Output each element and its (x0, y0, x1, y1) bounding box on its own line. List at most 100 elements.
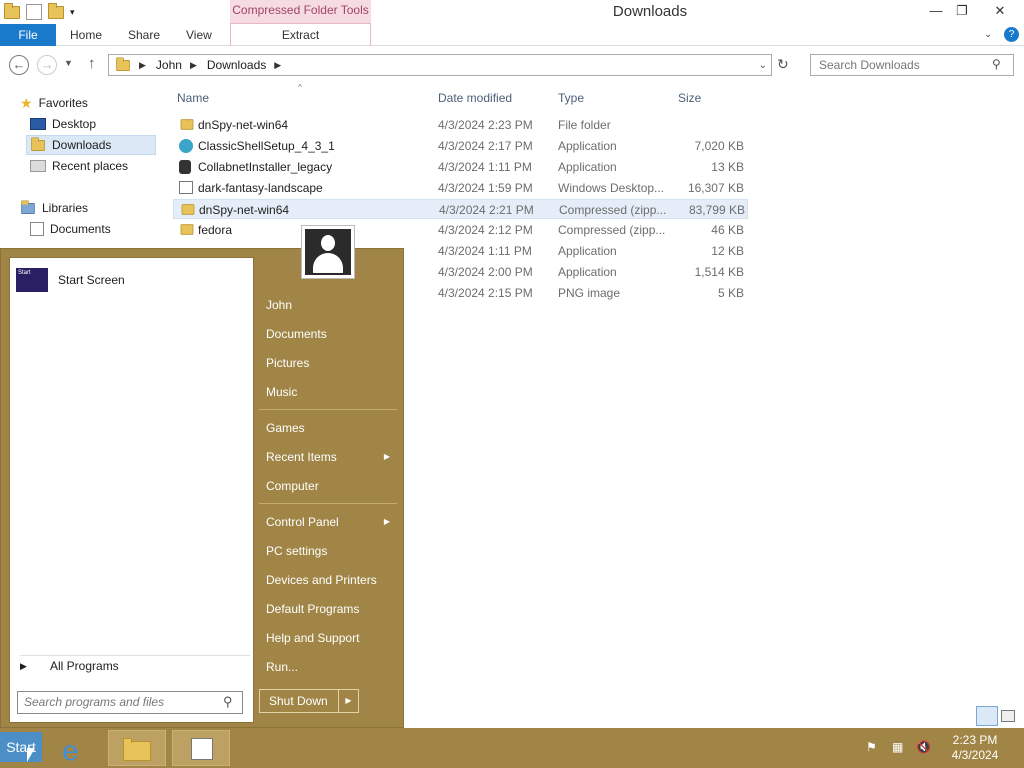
minimize-button[interactable]: — (922, 0, 950, 22)
start-item-computer[interactable]: Computer (266, 473, 394, 499)
start-item-documents[interactable]: Documents (266, 321, 394, 347)
volume-muted-icon[interactable]: 🔇 (916, 740, 932, 756)
nav-label: Downloads (52, 138, 112, 152)
breadcrumb-downloads[interactable]: Downloads (207, 58, 266, 72)
restore-button[interactable]: ❐ (948, 0, 976, 22)
address-dropdown-icon[interactable]: ⌄ (759, 60, 767, 71)
back-button[interactable]: ← (9, 55, 29, 75)
file-row[interactable]: dark-fantasy-landscape 4/3/2024 1:59 PM … (173, 178, 748, 198)
nav-desktop[interactable]: Desktop (30, 114, 186, 134)
nav-libraries[interactable]: Libraries (20, 198, 176, 218)
start-item-john[interactable]: John (266, 292, 394, 318)
file-size: 12 KB (711, 244, 744, 258)
nav-label: Recent places (52, 159, 129, 173)
start-item-help-support[interactable]: Help and Support (266, 625, 394, 651)
column-size[interactable]: Size (678, 88, 701, 108)
file-name: dnSpy-net-win64 (198, 118, 289, 132)
shut-down-button[interactable]: Shut Down ▶ (259, 689, 359, 713)
column-date-modified[interactable]: Date modified (438, 88, 512, 108)
help-icon[interactable]: ? (1004, 27, 1019, 42)
submenu-arrow-icon: ▶ (383, 517, 390, 526)
file-row[interactable]: CollabnetInstaller_legacy 4/3/2024 1:11 … (173, 157, 748, 177)
properties-icon[interactable] (26, 4, 42, 20)
start-search-input[interactable]: Search programs and files (17, 691, 243, 714)
start-item-pc-settings[interactable]: PC settings (266, 538, 394, 564)
folder-icon (180, 119, 194, 130)
file-date: 4/3/2024 2:21 PM (439, 203, 534, 217)
search-icon[interactable]: ⚲ (223, 694, 233, 710)
file-explorer-icon[interactable] (108, 730, 166, 766)
start-item-default-programs[interactable]: Default Programs (266, 596, 394, 622)
nav-favorites[interactable]: ★ Favorites (20, 93, 176, 113)
tab-file[interactable]: File (0, 24, 56, 46)
tab-share[interactable]: Share (128, 24, 160, 46)
refresh-icon[interactable]: ↻ (777, 56, 789, 73)
start-item-recent-items[interactable]: Recent Items ▶ (266, 444, 394, 470)
file-type: Compressed (zipp... (559, 203, 667, 217)
explorer-icon[interactable] (4, 2, 20, 19)
nav-recent-places[interactable]: Recent places (30, 156, 186, 176)
sort-ascending-icon: ^ (298, 83, 302, 92)
start-button[interactable]: Start (0, 732, 42, 762)
start-item-music[interactable]: Music (266, 379, 394, 405)
quick-access-toolbar: ▾ (0, 0, 75, 24)
customize-toolbar-icon[interactable]: ▾ (70, 7, 75, 18)
nav-downloads[interactable]: Downloads (26, 135, 156, 155)
close-button[interactable]: ✕ (986, 0, 1014, 22)
start-item-run[interactable]: Run... (266, 654, 394, 680)
file-name: CollabnetInstaller_legacy (198, 160, 333, 174)
start-item-label: Recent Items (266, 450, 337, 464)
start-menu-programs-pane: Start Start Screen All Programs Search p… (9, 257, 254, 723)
user-avatar[interactable] (301, 225, 355, 279)
action-center-icon[interactable]: ⚑ (866, 740, 882, 756)
all-programs-button[interactable]: All Programs (20, 655, 250, 676)
breadcrumb-arrow-icon[interactable]: ▶ (190, 60, 197, 71)
file-date: 4/3/2024 2:23 PM (438, 118, 533, 132)
forward-button[interactable]: → (37, 55, 57, 75)
mouse-cursor-icon (27, 748, 35, 762)
recent-locations-icon[interactable]: ▼ (64, 58, 73, 68)
system-clock[interactable]: 2:23 PM 4/3/2024 (940, 733, 1010, 763)
wordpad-icon[interactable] (172, 730, 230, 766)
file-row[interactable]: ClassicShellSetup_4_3_1 4/3/2024 2:17 PM… (173, 136, 748, 156)
start-screen-item[interactable]: Start Start Screen (16, 268, 246, 292)
start-item-devices-printers[interactable]: Devices and Printers (266, 567, 394, 593)
downloads-folder-icon (116, 56, 130, 71)
expand-ribbon-icon[interactable]: ⌄ (984, 24, 992, 46)
tab-extract[interactable]: Extract (230, 24, 371, 46)
details-view-icon[interactable] (976, 706, 998, 726)
internet-explorer-icon[interactable]: e (48, 730, 106, 767)
breadcrumb-arrow-icon[interactable]: ▶ (139, 60, 146, 71)
nav-documents[interactable]: Documents (30, 219, 186, 239)
column-type[interactable]: Type (558, 88, 584, 108)
address-bar[interactable]: ▶ John ▶ Downloads ▶ ⌄ (108, 54, 772, 76)
breadcrumb-arrow-icon[interactable]: ▶ (274, 60, 281, 71)
search-input[interactable]: Search Downloads (810, 54, 1014, 76)
start-item-label: Control Panel (266, 515, 339, 529)
context-tab-label: Compressed Folder Tools (230, 0, 371, 24)
file-row[interactable]: dnSpy-net-win64 4/3/2024 2:23 PM File fo… (173, 115, 748, 135)
nav-label: Documents (50, 222, 111, 236)
start-item-games[interactable]: Games (266, 415, 394, 441)
network-icon[interactable]: ▦ (892, 740, 908, 756)
search-icon[interactable]: ⚲ (992, 57, 1001, 71)
file-size: 7,020 KB (694, 139, 744, 153)
new-folder-icon[interactable] (48, 2, 64, 19)
file-type: File folder (558, 118, 611, 132)
tab-home[interactable]: Home (70, 24, 102, 46)
start-item-control-panel[interactable]: Control Panel ▶ (266, 509, 394, 535)
file-row[interactable]: fedora 4/3/2024 2:12 PM Compressed (zipp… (173, 220, 748, 240)
file-date: 4/3/2024 2:12 PM (438, 223, 533, 237)
shut-down-options-icon[interactable]: ▶ (338, 690, 358, 712)
file-row[interactable]: dnSpy-net-win64 4/3/2024 2:21 PM Compres… (173, 199, 748, 219)
breadcrumb-john[interactable]: John (156, 58, 182, 72)
file-date: 4/3/2024 1:11 PM (438, 160, 532, 174)
file-date: 4/3/2024 2:17 PM (438, 139, 533, 153)
navigation-pane: ★ Favorites Desktop Downloads Recent pla… (0, 88, 160, 248)
start-item-pictures[interactable]: Pictures (266, 350, 394, 376)
up-button[interactable]: ↑ (88, 55, 96, 72)
tab-view[interactable]: View (186, 24, 212, 46)
large-icons-view-icon[interactable] (1001, 710, 1015, 722)
file-size: 46 KB (711, 223, 744, 237)
column-name[interactable]: Name (177, 88, 209, 108)
